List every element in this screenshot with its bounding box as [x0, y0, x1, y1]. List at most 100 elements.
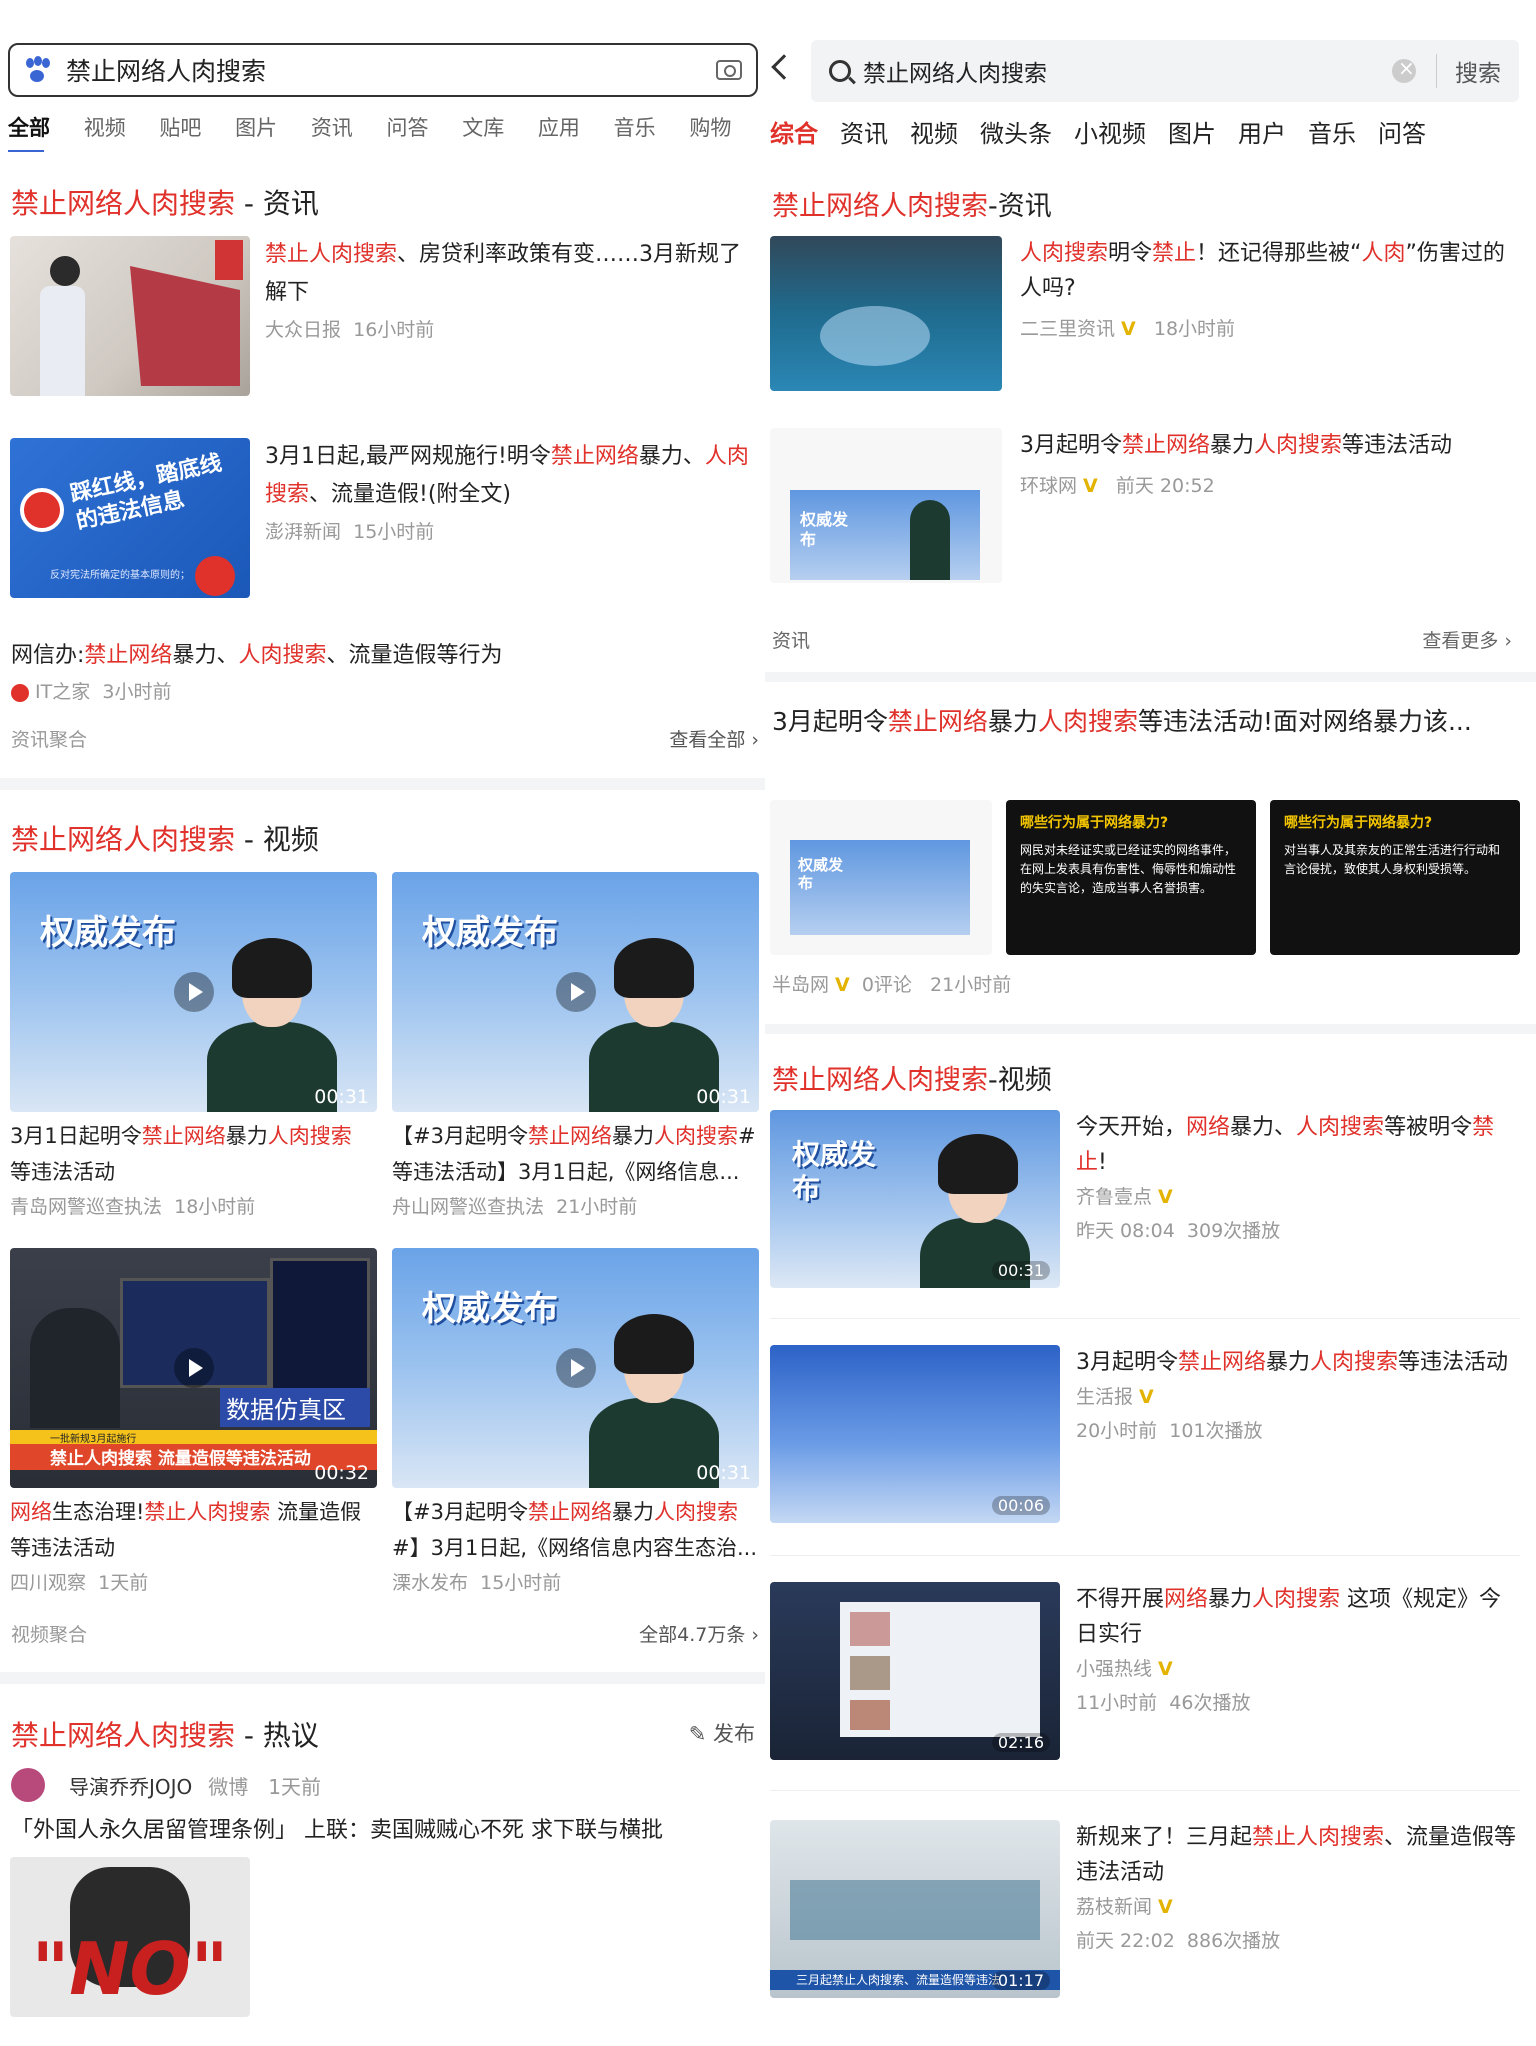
tab-images[interactable]: 图片 — [1168, 114, 1216, 149]
news-item[interactable]: 踩红线，踏底线的违法信息 反对宪法所确定的基本原则的； 3月1日起,最严网规施行… — [10, 438, 758, 598]
post-text[interactable]: 「外国人永久居留管理条例」 上联：卖国贼贼心不死 求下联与横批 — [11, 1812, 759, 1844]
news-thumbnail: 权威发布 — [770, 428, 1002, 583]
tab-users[interactable]: 用户 — [1238, 114, 1286, 149]
search-bar[interactable]: 禁止网络人肉搜索 — [8, 43, 758, 97]
baidu-tab-bar: 全部 视频 贴吧 图片 资讯 问答 文库 应用 音乐 购物 — [8, 112, 765, 152]
post-image[interactable]: "NO" — [10, 1857, 250, 2017]
news-text-item[interactable]: 网信办:禁止网络暴力、人肉搜索、流量造假等行为 IT之家 3小时前 — [11, 638, 759, 706]
thread-image: 哪些行为属于网络暴力? 网民对未经证实或已经证实的网络事件，在网上发表具有伤害性、… — [1006, 800, 1256, 955]
view-more-link[interactable]: 查看更多 › — [1422, 626, 1512, 653]
search-input[interactable]: 禁止网络人肉搜索 — [66, 52, 716, 88]
clear-icon[interactable] — [1392, 56, 1416, 83]
video-meta: 舟山网警巡查执法 21小时前 — [392, 1196, 638, 1218]
video-stats: 11小时前 46次播放 — [1076, 1692, 1251, 1714]
thread-title[interactable]: 3月起明令禁止网络暴力人肉搜索等违法活动!面对网络暴力该... — [772, 702, 1522, 742]
thread-meta: 半岛网 V 0评论 21小时前 — [772, 974, 1012, 996]
video-title: 【#3月起明令禁止网络暴力人肉搜索#】3月1日起,《网络信息内容生态治... — [392, 1500, 758, 1560]
tab-micro-posts[interactable]: 微头条 — [980, 114, 1052, 149]
video-duration: 02:16 — [991, 1733, 1050, 1752]
tab-all[interactable]: 全部 — [8, 112, 84, 152]
video-section-title[interactable]: 禁止网络人肉搜索 - 视频 — [11, 818, 319, 858]
search-bar[interactable]: 禁止网络人肉搜索 搜索 — [811, 40, 1519, 102]
video-duration: 00:31 — [696, 1462, 751, 1484]
post-header: 导演乔乔JOJO 微博 1天前 — [11, 1768, 321, 1802]
video-duration: 00:32 — [314, 1462, 369, 1484]
thread-image: 权威发布 — [770, 800, 992, 955]
search-button[interactable]: 搜索 — [1436, 54, 1501, 88]
news-section-title[interactable]: 禁止网络人肉搜索-资讯 — [772, 184, 1052, 223]
toutiao-tab-bar: 综合 资讯 视频 微头条 小视频 图片 用户 音乐 问答 — [770, 114, 1536, 149]
video-card[interactable]: 权威发布 00:31 3月1日起明令禁止网络暴力人肉搜索 等违法活动 青岛网警巡… — [10, 872, 377, 1219]
video-card[interactable]: 权威发布 00:31 【#3月起明令禁止网络暴力人肉搜索#等违法活动】3月1日起… — [392, 872, 759, 1219]
video-thumbnail: 权威发布 00:31 — [392, 1248, 759, 1488]
tab-video[interactable]: 视频 — [84, 112, 160, 152]
view-all-news-link[interactable]: 查看全部 › — [669, 725, 759, 755]
play-icon[interactable] — [173, 1348, 214, 1388]
video-title: 3月起明令禁止网络暴力人肉搜索等违法活动 — [1076, 1350, 1509, 1375]
tab-music[interactable]: 音乐 — [1308, 114, 1356, 149]
video-thumbnail: 权威发布 00:31 — [392, 872, 759, 1112]
news-item[interactable]: 权威发布 3月起明令禁止网络暴力人肉搜索等违法活动 环球网 V 前天 20:52 — [770, 428, 1520, 588]
tab-comprehensive[interactable]: 综合 — [770, 114, 818, 149]
view-all-videos-link[interactable]: 全部4.7万条 › — [639, 1620, 759, 1650]
camera-icon[interactable] — [716, 60, 742, 80]
video-thumbnail: 权威发布 00:31 — [770, 1110, 1060, 1288]
news-aggregate-link[interactable]: 资讯聚合 — [11, 725, 87, 755]
video-item[interactable]: 00:06 3月起明令禁止网络暴力人肉搜索等违法活动 生活报 V 20小时前 10… — [770, 1345, 1520, 1525]
tab-tieba[interactable]: 贴吧 — [159, 112, 235, 152]
video-card[interactable]: 权威发布 00:31 【#3月起明令禁止网络暴力人肉搜索#】3月1日起,《网络信… — [392, 1248, 759, 1595]
video-source: 小强热线 V — [1076, 1658, 1173, 1680]
tab-short-video[interactable]: 小视频 — [1074, 114, 1146, 149]
play-icon[interactable] — [173, 972, 214, 1012]
post-author[interactable]: 导演乔乔JOJO — [69, 1771, 192, 1800]
news-section-title[interactable]: 禁止网络人肉搜索 - 资讯 — [11, 182, 319, 222]
tab-images[interactable]: 图片 — [235, 112, 311, 152]
news-item[interactable]: 人肉搜索明令禁止！还记得那些被“人肉”伤害过的人吗? 二三里资讯 V 18小时前 — [770, 236, 1520, 396]
video-title: 新规来了！三月起禁止人肉搜索、流量造假等违法活动 — [1076, 1825, 1517, 1885]
tab-video[interactable]: 视频 — [910, 114, 958, 149]
avatar[interactable] — [11, 1768, 45, 1802]
video-title: 【#3月起明令禁止网络暴力人肉搜索#等违法活动】3月1日起,《网络信息... — [392, 1124, 756, 1184]
tab-news[interactable]: 资讯 — [840, 114, 888, 149]
news-title: 3月1日起,最严网规施行!明令禁止网络暴力、人肉搜索、流量造假!(附全文) — [265, 444, 749, 507]
video-thumbnail: 三月起禁止人肉搜索、流量造假等违法 01:17 — [770, 1820, 1060, 1998]
divider — [770, 1790, 1520, 1791]
video-stats: 20小时前 101次播放 — [1076, 1420, 1263, 1442]
section-divider — [0, 778, 765, 790]
play-icon[interactable] — [555, 972, 596, 1012]
video-title: 今天开始，网络暴力、人肉搜索等被明令禁止! — [1076, 1115, 1495, 1175]
video-stats: 前天 22:02 886次播放 — [1076, 1930, 1281, 1952]
tab-wenku[interactable]: 文库 — [462, 112, 538, 152]
post-platform: 微博 — [208, 1774, 249, 1799]
video-section-title[interactable]: 禁止网络人肉搜索-视频 — [772, 1058, 1052, 1097]
news-item[interactable]: 禁止人肉搜索、房贷利率政策有变……3月新规了解下 大众日报 16小时前 — [10, 236, 758, 396]
play-icon[interactable] — [555, 1348, 596, 1388]
tab-music[interactable]: 音乐 — [614, 112, 690, 152]
video-card[interactable]: 数据仿真区 一批新规3月起施行 禁止人肉搜索 流量造假等违法活动 00:32 网… — [10, 1248, 377, 1595]
tab-news[interactable]: 资讯 — [311, 112, 387, 152]
tab-apps[interactable]: 应用 — [538, 112, 614, 152]
video-item[interactable]: 三月起禁止人肉搜索、流量造假等违法 01:17 新规来了！三月起禁止人肉搜索、流… — [770, 1820, 1520, 2000]
search-input[interactable]: 禁止网络人肉搜索 — [863, 54, 1392, 88]
video-source: 齐鲁壹点 V — [1076, 1186, 1173, 1208]
badge-text: 权威发布 — [40, 913, 176, 953]
ithome-icon — [11, 683, 29, 702]
news-meta: 澎湃新闻 15小时前 — [265, 521, 435, 543]
video-item[interactable]: 权威发布 00:31 今天开始，网络暴力、人肉搜索等被明令禁止! 齐鲁壹点 V 昨… — [770, 1110, 1520, 1290]
news-thumbnail — [10, 236, 250, 396]
video-thumbnail: 权威发布 00:31 — [10, 872, 377, 1112]
publish-button[interactable]: ✎ 发布 — [689, 1718, 755, 1748]
tab-qa[interactable]: 问答 — [1378, 114, 1426, 149]
video-meta: 溧水发布 15小时前 — [392, 1572, 562, 1594]
tab-shopping[interactable]: 购物 — [689, 112, 765, 152]
thread-images[interactable]: 权威发布 哪些行为属于网络暴力? 网民对未经证实或已经证实的网络事件，在网上发表具… — [770, 800, 1520, 955]
video-item[interactable]: 02:16 不得开展网络暴力人肉搜索 这项《规定》今日实行 小强热线 V 11小时… — [770, 1582, 1520, 1762]
news-title: 网信办:禁止网络暴力、人肉搜索、流量造假等行为 — [11, 643, 503, 668]
news-meta: 二三里资讯 V 18小时前 — [1020, 318, 1236, 340]
back-arrow-icon[interactable] — [771, 54, 797, 80]
section-divider — [0, 1672, 765, 1684]
verified-icon: V — [1158, 1186, 1173, 1208]
tab-qa[interactable]: 问答 — [387, 112, 463, 152]
hot-section-title[interactable]: 禁止网络人肉搜索 - 热议 — [11, 1714, 319, 1754]
video-aggregate-link[interactable]: 视频聚合 — [11, 1620, 87, 1650]
